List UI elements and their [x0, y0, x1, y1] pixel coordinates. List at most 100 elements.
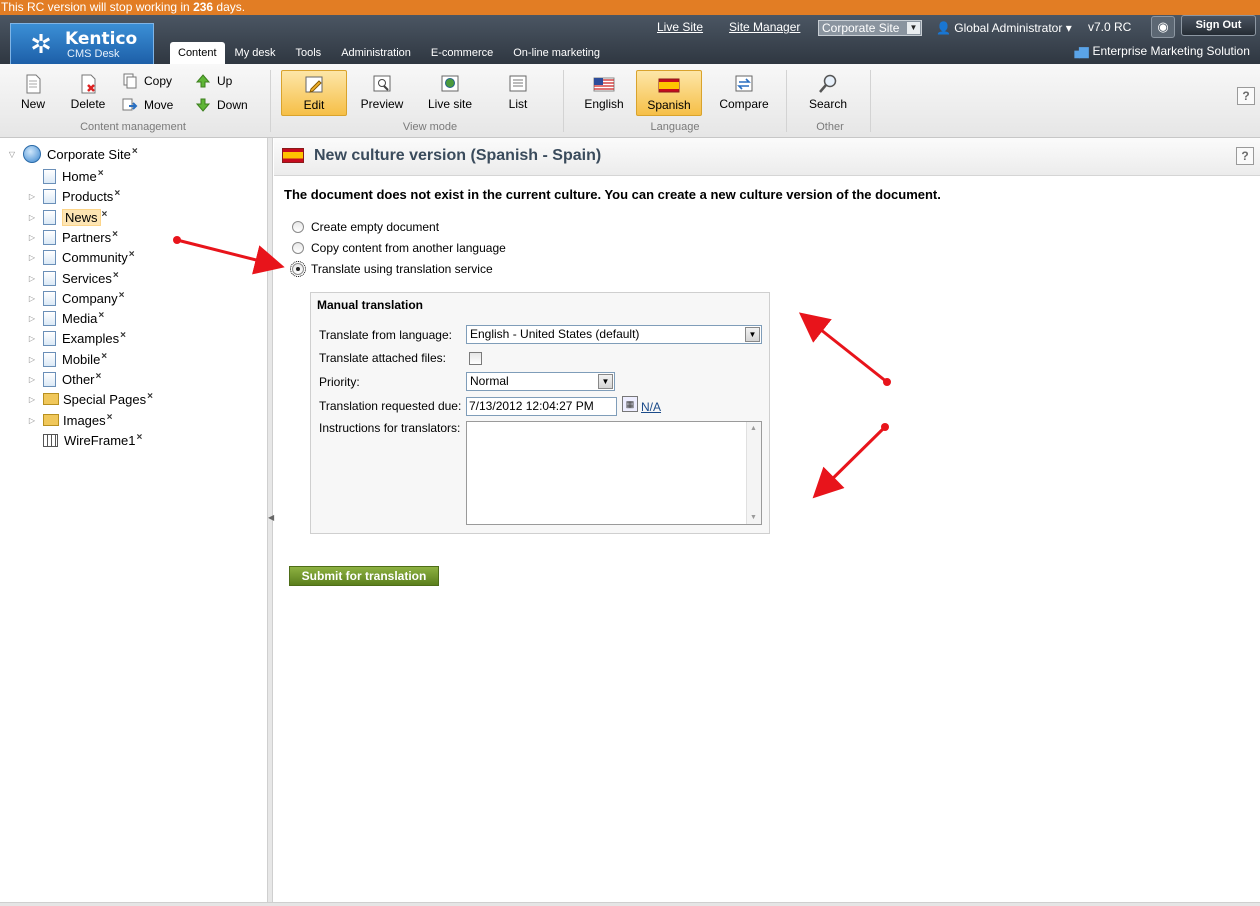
live-site-mode-button[interactable]: Live site [417, 70, 483, 116]
from-language-select[interactable]: English - United States (default) ▼ [466, 325, 762, 344]
collapse-arrow-icon[interactable]: ◀ [268, 513, 274, 523]
close-icon[interactable]: × [137, 432, 143, 443]
tree-item-mobile[interactable]: ▷ Mobile × [27, 350, 107, 368]
close-icon[interactable]: × [98, 310, 104, 321]
banner-days: 236 [193, 0, 214, 14]
collapse-icon[interactable]: ▽ [7, 150, 17, 159]
attached-files-checkbox[interactable] [469, 352, 482, 365]
expand-icon[interactable]: ▷ [27, 395, 37, 404]
close-icon[interactable]: × [96, 371, 102, 382]
due-na-link[interactable]: N/A [641, 400, 661, 414]
tree-root[interactable]: ▽ Corporate Site × [7, 145, 138, 163]
live-site-icon [441, 75, 459, 92]
page-icon [43, 229, 56, 245]
spanish-label: Spanish [647, 98, 691, 112]
toolbar-help-icon[interactable]: ? [1237, 87, 1255, 105]
tree-item-label: Special Pages [63, 391, 147, 407]
expand-icon[interactable]: ▷ [27, 192, 37, 201]
tree-item-home[interactable]: Home × [27, 167, 104, 185]
sign-out-button[interactable]: Sign Out [1181, 15, 1256, 36]
move-button[interactable]: Move [122, 97, 173, 113]
search-button[interactable]: Search [795, 70, 861, 116]
expand-icon[interactable]: ▷ [27, 274, 37, 283]
instructions-textarea[interactable]: ▲ ▼ [466, 421, 762, 525]
tree-item-images[interactable]: ▷ Images × [27, 411, 113, 429]
tree-item-partners[interactable]: ▷ Partners × [27, 228, 118, 246]
tab-tools[interactable]: Tools [286, 42, 332, 64]
close-icon[interactable]: × [101, 351, 107, 362]
close-icon[interactable]: × [132, 146, 138, 157]
tree-item-wireframe1[interactable]: WireFrame1 × [27, 431, 142, 449]
page-help-icon[interactable]: ? [1236, 147, 1254, 165]
english-button[interactable]: English [571, 70, 637, 116]
radio-button[interactable] [290, 261, 306, 277]
tree-item-other[interactable]: ▷ Other × [27, 370, 101, 388]
top-links: Live Site Site Manager [657, 20, 826, 34]
option-copy-content[interactable]: Copy content from another language [292, 241, 506, 255]
pane-splitter[interactable]: ◀ [267, 138, 274, 904]
tree-item-special-pages[interactable]: ▷ Special Pages × [27, 390, 153, 408]
close-icon[interactable]: × [119, 290, 125, 301]
tab-online-marketing[interactable]: On-line marketing [503, 42, 610, 64]
close-icon[interactable]: × [147, 391, 153, 402]
tab-my-desk[interactable]: My desk [225, 42, 286, 64]
site-selector[interactable]: Corporate Site ▼ [818, 20, 922, 36]
radio-button[interactable] [292, 242, 304, 254]
expand-icon[interactable]: ▷ [27, 334, 37, 343]
expand-icon[interactable]: ▷ [27, 416, 37, 425]
site-manager-link[interactable]: Site Manager [729, 20, 800, 34]
user-menu[interactable]: 👤 Global Administrator ▾ [936, 21, 1072, 35]
expand-icon[interactable]: ▷ [27, 375, 37, 384]
close-icon[interactable]: × [107, 412, 113, 423]
close-icon[interactable]: × [102, 209, 108, 220]
tree-item-media[interactable]: ▷ Media × [27, 309, 104, 327]
down-button[interactable]: Down [195, 97, 248, 113]
submit-for-translation-button[interactable]: Submit for translation [289, 566, 439, 586]
up-button[interactable]: Up [195, 73, 232, 89]
radio-button[interactable] [292, 221, 304, 233]
list-icon [509, 75, 527, 92]
expand-icon[interactable]: ▷ [27, 314, 37, 323]
edit-mode-button[interactable]: Edit [281, 70, 347, 116]
copy-button[interactable]: Copy [122, 73, 172, 89]
kentico-logo[interactable]: ✲ Kentico CMS Desk [10, 23, 154, 64]
tree-item-examples[interactable]: ▷ Examples × [27, 329, 126, 347]
tab-content[interactable]: Content [170, 42, 225, 64]
tab-ecommerce[interactable]: E-commerce [421, 42, 503, 64]
priority-select[interactable]: Normal ▼ [466, 372, 615, 391]
tree-item-community[interactable]: ▷ Community × [27, 248, 135, 266]
option-create-empty[interactable]: Create empty document [292, 220, 439, 234]
close-icon[interactable]: × [113, 270, 119, 281]
tree-item-news[interactable]: ▷ News × [27, 208, 107, 226]
tree-item-products[interactable]: ▷ Products × [27, 187, 120, 205]
preview-mode-button[interactable]: Preview [349, 70, 415, 116]
close-icon[interactable]: × [112, 229, 118, 240]
tab-administration[interactable]: Administration [331, 42, 421, 64]
manual-translation-panel: Manual translation Translate from langua… [310, 292, 770, 534]
page-icon [43, 249, 56, 265]
expand-icon[interactable]: ▷ [27, 355, 37, 364]
close-icon[interactable]: × [114, 188, 120, 199]
globe-icon[interactable]: ◉ [1151, 16, 1175, 38]
close-icon[interactable]: × [120, 330, 126, 341]
expand-icon[interactable]: ▷ [27, 233, 37, 242]
expand-icon[interactable]: ▷ [27, 294, 37, 303]
live-site-link[interactable]: Live Site [657, 20, 703, 34]
delete-button[interactable]: Delete [55, 70, 121, 116]
scroll-up-icon[interactable]: ▲ [750, 425, 757, 432]
list-mode-button[interactable]: List [485, 70, 551, 116]
spanish-button[interactable]: Spanish [636, 70, 702, 116]
tree-item-services[interactable]: ▷ Services × [27, 269, 119, 287]
expand-icon[interactable]: ▷ [27, 253, 37, 262]
expand-icon[interactable]: ▷ [27, 213, 37, 222]
due-date-input[interactable]: 7/13/2012 12:04:27 PM [466, 397, 617, 416]
close-icon[interactable]: × [98, 168, 104, 179]
option-translate-service[interactable]: Translate using translation service [290, 261, 493, 277]
compare-button[interactable]: Compare [711, 70, 777, 116]
close-icon[interactable]: × [129, 249, 135, 260]
calendar-icon[interactable]: ▦ [622, 396, 638, 412]
copy-label: Copy [144, 74, 173, 88]
scroll-down-icon[interactable]: ▼ [750, 514, 757, 521]
tree-item-company[interactable]: ▷ Company × [27, 289, 124, 307]
textarea-scrollbar[interactable]: ▲ ▼ [746, 422, 761, 524]
